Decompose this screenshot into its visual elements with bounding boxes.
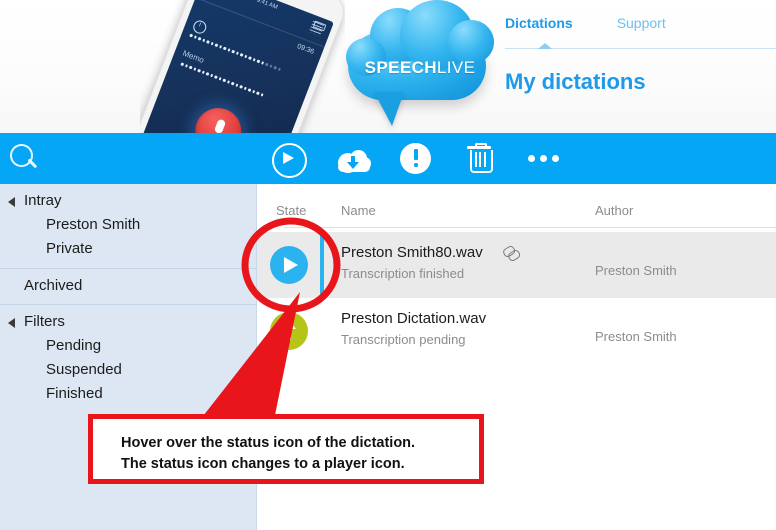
waveform-lower bbox=[180, 62, 264, 97]
phone-device: 9:41 AM 09:36 Memo bbox=[140, 0, 345, 133]
play-icon bbox=[272, 143, 307, 178]
expand-caret-filters-icon[interactable] bbox=[8, 318, 15, 328]
column-header-state: State bbox=[276, 203, 307, 218]
sidebar-item-suspended[interactable]: Suspended bbox=[46, 361, 122, 378]
trash-icon bbox=[467, 143, 493, 173]
phone-status-time: 9:41 AM bbox=[255, 0, 279, 11]
sidebar-item-private[interactable]: Private bbox=[46, 240, 93, 257]
callout-line-1: Hover over the status icon of the dictat… bbox=[121, 435, 416, 451]
speechlive-app-window: 9:41 AM 09:36 Memo bbox=[0, 0, 776, 530]
sidebar-item-intray[interactable]: Intray bbox=[24, 192, 62, 209]
row-selection-indicator bbox=[320, 232, 324, 298]
play-icon[interactable] bbox=[270, 246, 308, 284]
more-ellipsis-icon bbox=[528, 143, 559, 174]
row-status: Transcription finished bbox=[341, 266, 465, 281]
row-author: Preston Smith bbox=[595, 263, 677, 278]
tab-dictations[interactable]: Dictations bbox=[505, 15, 573, 31]
waveform-upper bbox=[189, 33, 281, 71]
callout-line-2: The status icon changes to a player icon… bbox=[121, 456, 405, 472]
search-icon[interactable] bbox=[9, 143, 39, 173]
sidebar-divider bbox=[0, 268, 256, 269]
speechlive-logo: SPEECHLIVE bbox=[340, 0, 500, 128]
toolbar-play-button[interactable] bbox=[272, 143, 307, 178]
record-microphone-icon bbox=[188, 101, 248, 133]
toolbar-delete-button[interactable] bbox=[464, 143, 495, 174]
toolbar-priority-button[interactable] bbox=[400, 143, 431, 174]
sidebar-item-pending[interactable]: Pending bbox=[46, 337, 101, 354]
active-tab-caret-icon bbox=[538, 43, 552, 49]
header-rule bbox=[284, 227, 776, 228]
phone-memo-label: Memo bbox=[181, 48, 206, 65]
toolbar-actions bbox=[272, 133, 559, 184]
phone-elapsed-time: 09:36 bbox=[296, 43, 315, 56]
expand-caret-intray-icon[interactable] bbox=[8, 197, 15, 207]
row-name: Preston Smith80.wav bbox=[341, 244, 483, 261]
page-title: My dictations bbox=[505, 69, 646, 94]
phone-screen: 9:41 AM 09:36 Memo bbox=[140, 0, 334, 133]
row-status: Transcription pending bbox=[341, 332, 466, 347]
sidebar-item-finished[interactable]: Finished bbox=[46, 385, 103, 402]
toolbar-download-button[interactable] bbox=[336, 143, 371, 174]
exclamation-icon bbox=[400, 143, 431, 174]
app-header: 9:41 AM 09:36 Memo bbox=[0, 0, 776, 133]
tab-support[interactable]: Support bbox=[617, 15, 666, 31]
row-name: Preston Dictation.wav bbox=[341, 310, 487, 327]
row-author: Preston Smith bbox=[595, 329, 677, 344]
table-row[interactable]: Preston Dictation.wav Transcription pend… bbox=[257, 298, 776, 364]
sidebar-item-filters[interactable]: Filters bbox=[24, 313, 65, 330]
sidebar-item-archived[interactable]: Archived bbox=[24, 277, 82, 294]
speech-bubble-tail bbox=[374, 92, 404, 126]
logo-text-light: LIVE bbox=[436, 58, 476, 77]
table-row[interactable]: Preston Smith80.wav Transcription finish… bbox=[257, 232, 776, 298]
upload-arrow-icon[interactable] bbox=[270, 312, 308, 350]
column-header-name: Name bbox=[341, 203, 376, 218]
sidebar-item-preston-smith[interactable]: Preston Smith bbox=[46, 216, 140, 233]
toolbar-more-button[interactable] bbox=[528, 143, 559, 174]
main-nav: Dictations Support bbox=[505, 15, 666, 31]
column-header-author: Author bbox=[595, 203, 634, 218]
cloud-download-icon bbox=[336, 147, 371, 173]
logo-text-bold: SPEECH bbox=[364, 58, 437, 77]
sidebar-divider bbox=[0, 304, 256, 305]
phone-illustration: 9:41 AM 09:36 Memo bbox=[140, 0, 345, 133]
info-icon bbox=[191, 18, 209, 36]
callout-box: Hover over the status icon of the dictat… bbox=[88, 414, 484, 484]
logo-text: SPEECHLIVE bbox=[340, 58, 500, 78]
attachment-link-icon[interactable] bbox=[501, 244, 522, 263]
action-toolbar bbox=[0, 133, 776, 184]
